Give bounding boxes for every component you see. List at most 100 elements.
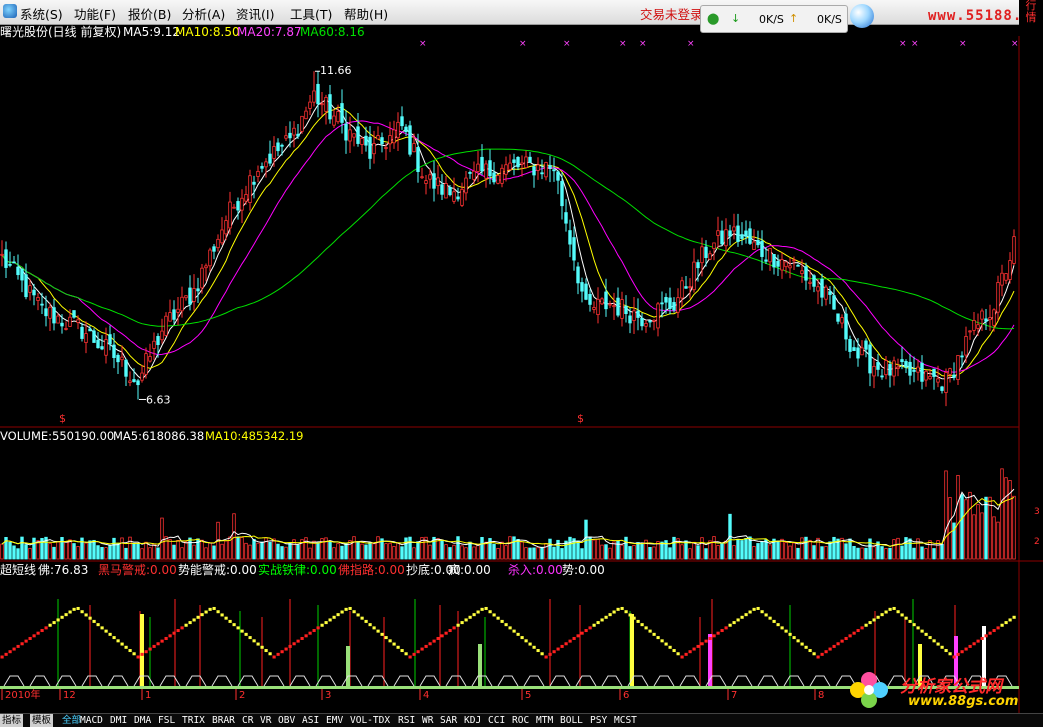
candle-body	[852, 347, 856, 352]
volume-bar	[184, 541, 188, 560]
indicator-tab-cci[interactable]: CCI	[486, 714, 507, 727]
indicator-dot	[468, 615, 472, 619]
candle-body	[972, 320, 976, 331]
indicator-tab-emv[interactable]: EMV	[324, 714, 345, 727]
candle-body	[132, 379, 136, 383]
menu-help[interactable]: 帮助(H)	[344, 4, 388, 23]
candle-body	[488, 160, 492, 177]
indicator-dot	[404, 652, 408, 656]
indicator-tab-bar: 指标 模板 全部 MACD DMI DMA FSL TRIX BRAR CR VR OBV ASI EMV…	[0, 713, 1043, 727]
indicator-dot	[220, 613, 224, 617]
indicator-tab-sar[interactable]: SAR	[438, 714, 459, 727]
indicator-dot	[8, 650, 12, 654]
indicator-dot	[932, 639, 936, 643]
menu-info[interactable]: 资讯(I)	[236, 4, 274, 23]
volume-bar	[64, 540, 68, 560]
volume-bar	[428, 544, 432, 560]
indicator-dot	[432, 639, 436, 643]
time-label: 5	[525, 690, 531, 701]
volume-bar	[984, 496, 988, 560]
indicator-dot	[384, 636, 388, 640]
menu-system[interactable]: 系统(S)	[20, 4, 63, 23]
indicator-tab-boll[interactable]: BOLL	[558, 714, 585, 727]
indicator-tab-vol-tdx[interactable]: VOL-TDX	[348, 714, 392, 727]
indicator-tab-mtm[interactable]: MTM	[534, 714, 555, 727]
menu-quote[interactable]: 报价(B)	[128, 4, 171, 23]
stock-chart[interactable]: 曙光股份(日线 前复权) MA5:9.12 MA10:8.50 MA20:7.8…	[0, 24, 1043, 713]
candle-body	[628, 315, 632, 324]
indicator-tab-wr[interactable]: WR	[420, 714, 435, 727]
indicator-dot	[400, 649, 404, 653]
candle-body	[156, 336, 160, 346]
candle-body	[76, 319, 80, 323]
volume-bar	[284, 546, 288, 560]
indicator-dot	[140, 652, 144, 656]
indicator-tab-kdj[interactable]: KDJ	[462, 714, 483, 727]
indicator-dot	[456, 623, 460, 627]
candle-body	[348, 129, 352, 142]
candle-body	[540, 172, 544, 175]
indicator-dot	[60, 615, 64, 619]
indicator-dot	[288, 644, 292, 648]
volume-bar	[512, 536, 516, 560]
indicator-dot	[448, 629, 452, 633]
candle-body	[784, 261, 788, 268]
candle-body	[56, 315, 60, 324]
candle-body	[176, 308, 180, 313]
indicator-tab-macd[interactable]: MACD	[78, 714, 105, 727]
indicator-tab-dmi[interactable]: DMI	[108, 714, 129, 727]
signal-marker: ×	[619, 39, 627, 49]
indicator-wave	[107, 675, 129, 687]
volume-bar	[696, 545, 700, 560]
indicator-dot	[744, 613, 748, 617]
indicator-tab-rsi[interactable]: RSI	[396, 714, 417, 727]
volume-bar	[388, 542, 392, 560]
trade-login-status[interactable]: 交易未登录	[640, 4, 703, 23]
volume-bar	[688, 548, 692, 560]
indicator-tab-trix[interactable]: TRIX	[180, 714, 207, 727]
candle-body	[28, 285, 32, 293]
volume-bar	[232, 513, 236, 560]
menu-analysis[interactable]: 分析(A)	[182, 4, 225, 23]
indicator-tab-fsl[interactable]: FSL	[156, 714, 177, 727]
candle-body	[608, 303, 612, 306]
indicator-tab-模板[interactable]: 模板	[30, 714, 54, 727]
indicator-dot	[796, 639, 800, 643]
candle-body	[420, 176, 424, 179]
indicator-tab-roc[interactable]: ROC	[510, 714, 531, 727]
candle-body	[308, 101, 312, 109]
indicator-tab-vr[interactable]: VR	[258, 714, 273, 727]
time-label: 8	[818, 690, 824, 701]
candle-body	[872, 365, 876, 377]
volume-bar	[372, 543, 376, 560]
candle-body	[524, 156, 528, 168]
candle-body	[648, 320, 652, 323]
menu-tools[interactable]: 工具(T)	[290, 4, 332, 23]
volume-ma-lines	[1, 488, 1015, 549]
indicator-dot	[628, 613, 632, 617]
volume-bar	[208, 542, 212, 560]
indicator-tab-dma[interactable]: DMA	[132, 714, 153, 727]
indicator-dot	[732, 621, 736, 625]
indicator-tab-asi[interactable]: ASI	[300, 714, 321, 727]
indicator-tab-指标[interactable]: 指标	[0, 714, 24, 727]
volume-bar	[364, 544, 368, 560]
candle-body	[88, 328, 92, 332]
volume-scale-top: 3	[1034, 507, 1040, 517]
indicator-tab-brar[interactable]: BRAR	[210, 714, 237, 727]
volume-bar	[20, 536, 24, 560]
indicator-dot	[900, 613, 904, 617]
indicator-wave	[185, 675, 207, 687]
volume-bar	[1000, 468, 1004, 560]
volume-bar	[668, 547, 672, 560]
candle-body	[604, 291, 608, 310]
indicator-dot	[876, 615, 880, 619]
indicator-tab-psy[interactable]: PSY	[588, 714, 609, 727]
volume-bar	[224, 540, 228, 560]
indicator-tab-obv[interactable]: OBV	[276, 714, 297, 727]
indicator-dot	[236, 626, 240, 630]
indicator-tab-mcst[interactable]: MCST	[612, 714, 639, 727]
candle-body	[504, 164, 508, 175]
indicator-tab-cr[interactable]: CR	[240, 714, 255, 727]
menu-function[interactable]: 功能(F)	[74, 4, 116, 23]
